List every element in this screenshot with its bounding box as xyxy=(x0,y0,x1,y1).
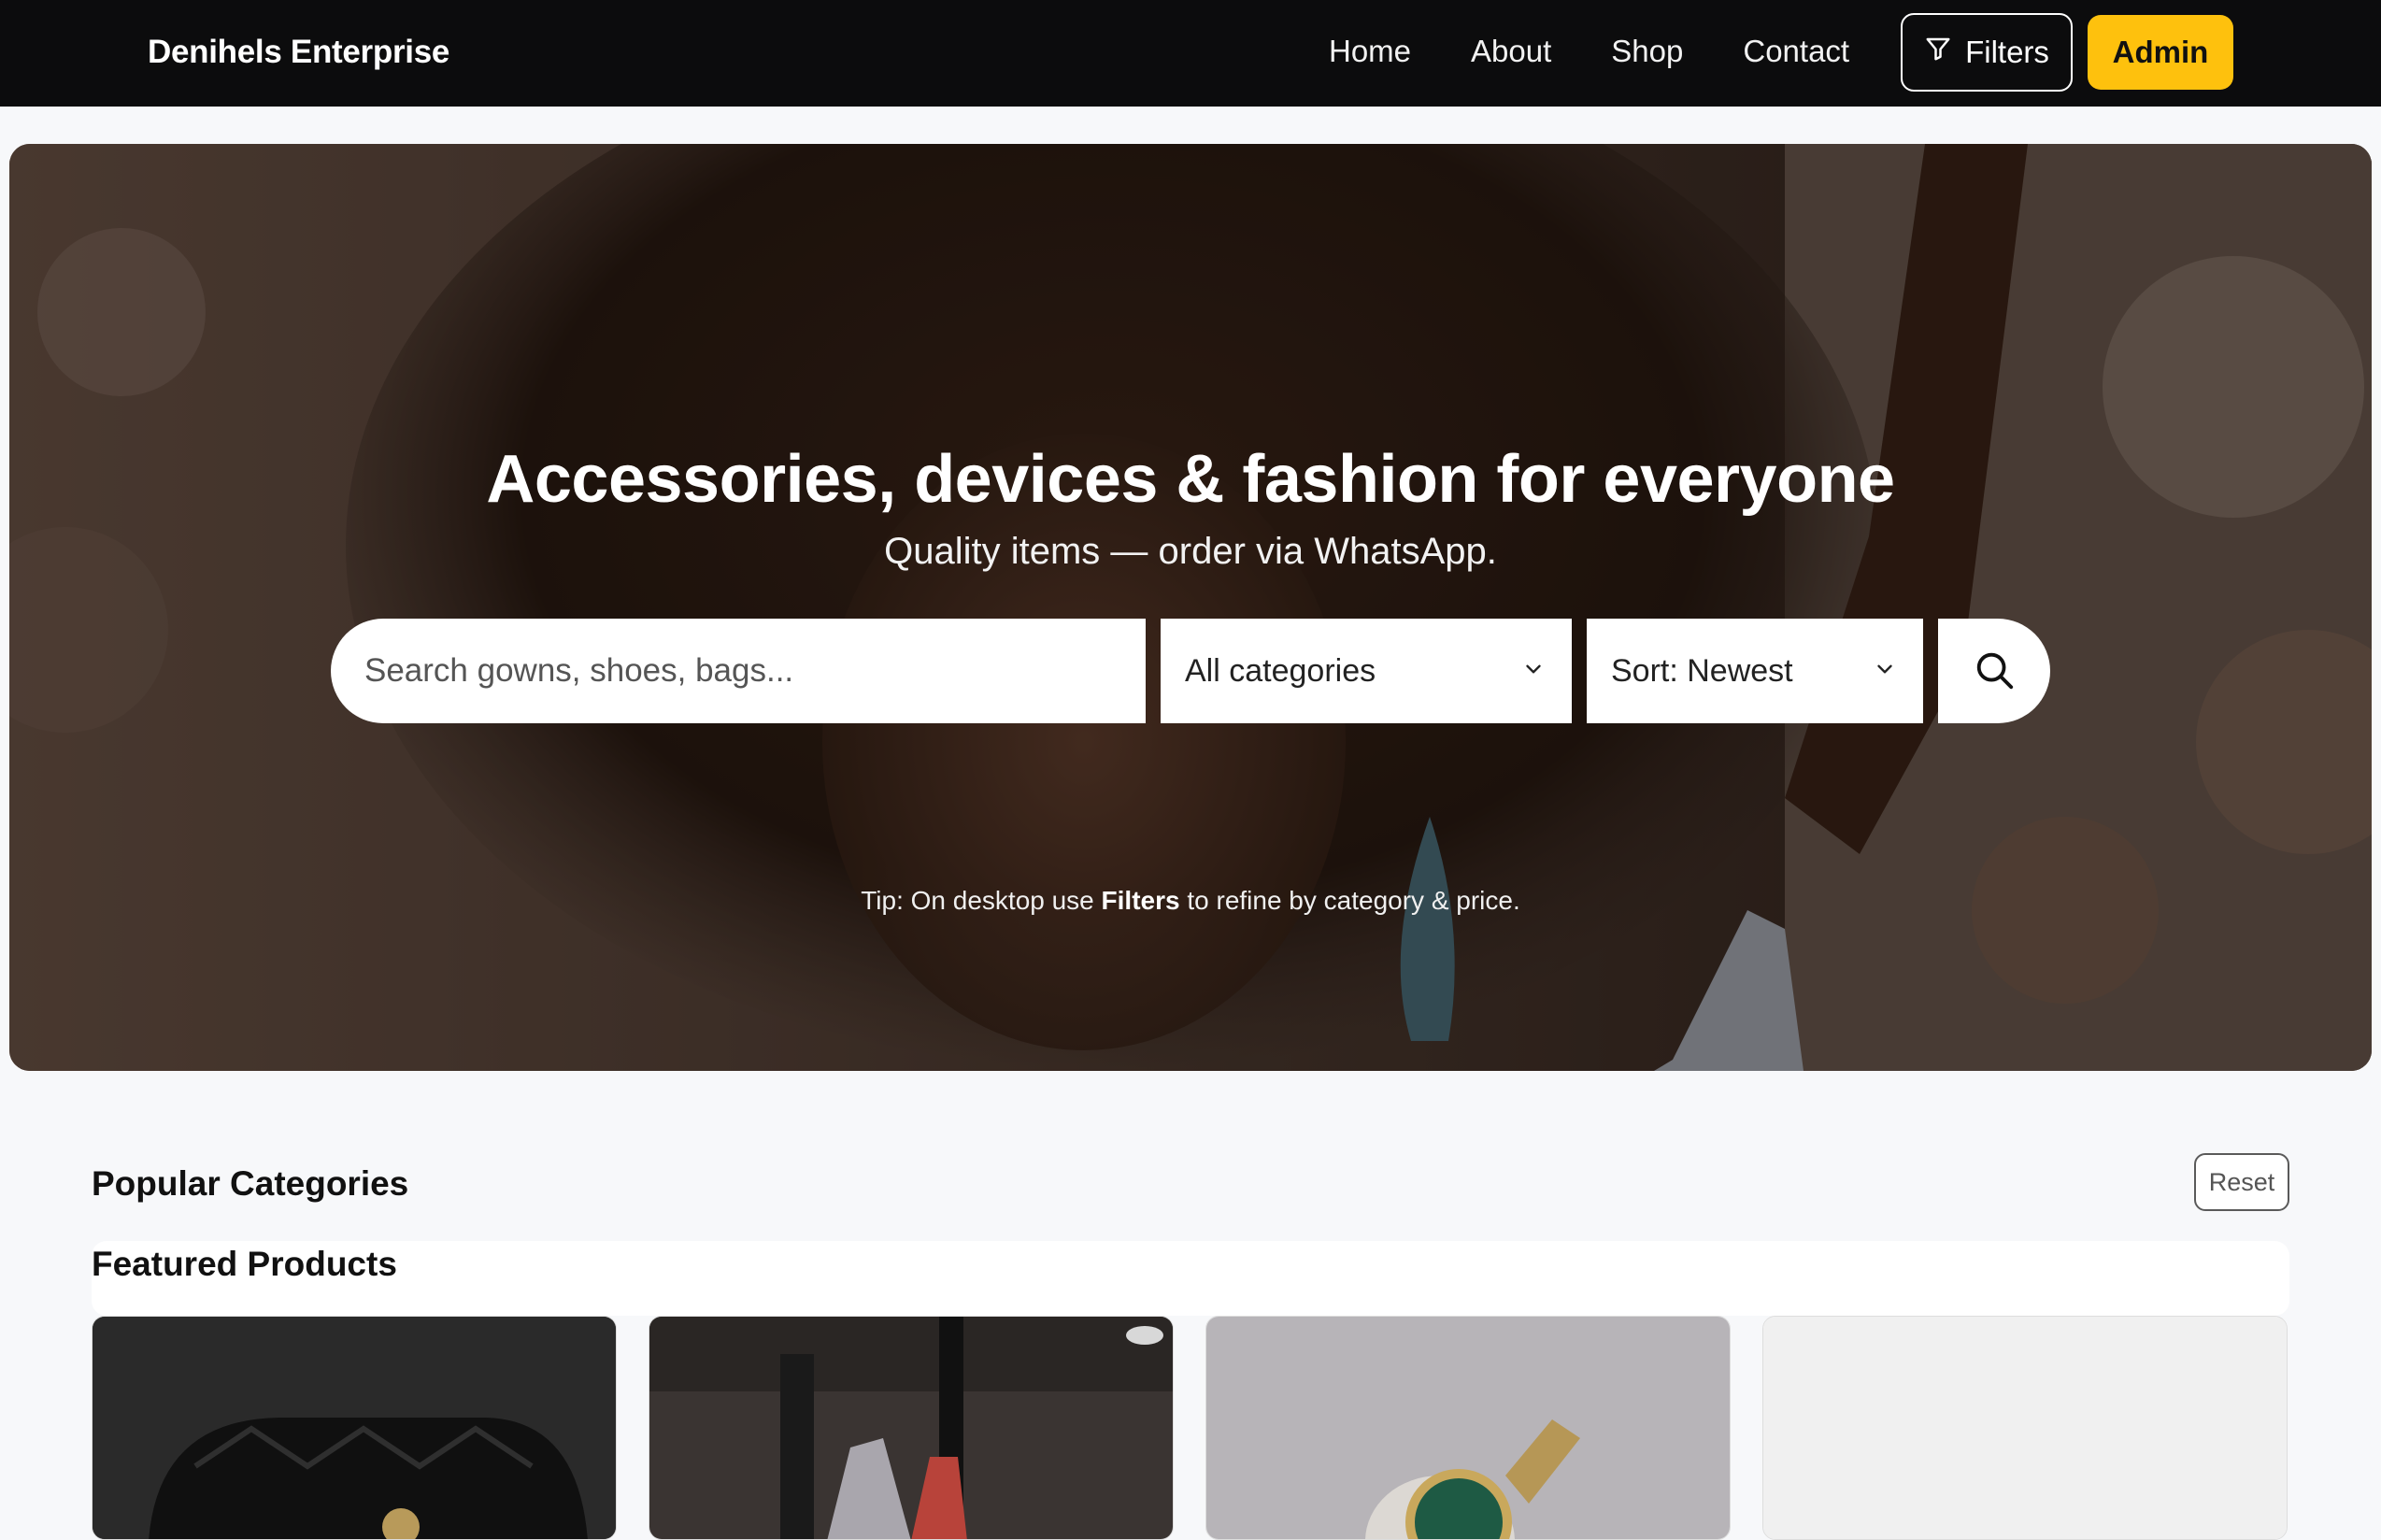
product-image-watch xyxy=(1206,1317,1730,1539)
nav-shop-link[interactable]: Shop xyxy=(1611,34,1683,69)
search-input[interactable] xyxy=(331,619,1146,723)
product-image-bag xyxy=(93,1317,616,1539)
search-button[interactable] xyxy=(1938,619,2050,723)
product-card[interactable] xyxy=(1762,1316,2288,1540)
search-icon xyxy=(1973,649,2016,694)
popular-categories-title: Popular Categories xyxy=(92,1164,409,1203)
category-select[interactable]: All categories xyxy=(1161,619,1572,723)
chevron-down-icon xyxy=(1521,653,1546,690)
product-card[interactable] xyxy=(649,1316,1174,1540)
sort-select[interactable]: Sort: Newest xyxy=(1587,619,1923,723)
hero-tip-prefix: Tip: On desktop use xyxy=(861,886,1102,915)
product-card[interactable] xyxy=(92,1316,617,1540)
product-image-store xyxy=(649,1317,1173,1539)
reset-button[interactable]: Reset xyxy=(2194,1153,2289,1211)
hero-title: Accessories, devices & fashion for every… xyxy=(486,442,1895,517)
hero-subtitle: Quality items — order via WhatsApp. xyxy=(884,531,1497,572)
hero-overlay xyxy=(9,144,2372,1071)
hero-tip-bold: Filters xyxy=(1101,886,1180,915)
nav-home-link[interactable]: Home xyxy=(1329,34,1411,69)
search-bar: All categories Sort: Newest xyxy=(331,619,2050,723)
hero-tip-suffix: to refine by category & price. xyxy=(1179,886,1520,915)
featured-products-title: Featured Products xyxy=(92,1245,397,1283)
admin-button[interactable]: Admin xyxy=(2088,15,2233,90)
sort-select-value: Sort: Newest xyxy=(1611,652,1793,689)
chevron-down-icon xyxy=(1873,653,1897,690)
brand-logo[interactable]: Denihels Enterprise xyxy=(148,34,449,71)
top-navbar: Denihels Enterprise Home About Shop Cont… xyxy=(0,0,2381,107)
nav-contact-link[interactable]: Contact xyxy=(1743,34,1849,69)
funnel-icon xyxy=(1924,35,1952,70)
nav-links: Home About Shop Contact xyxy=(1329,34,1849,69)
category-select-value: All categories xyxy=(1185,652,1376,689)
product-card[interactable] xyxy=(1205,1316,1731,1540)
filters-button[interactable]: Filters xyxy=(1901,13,2073,92)
nav-about-link[interactable]: About xyxy=(1471,34,1551,69)
hero-tip: Tip: On desktop use Filters to refine by… xyxy=(9,886,2372,916)
hero-banner: Accessories, devices & fashion for every… xyxy=(9,144,2372,1071)
product-image-placeholder xyxy=(1763,1317,2287,1539)
filters-button-label: Filters xyxy=(1965,35,2049,69)
featured-header-strip xyxy=(92,1241,2289,1316)
